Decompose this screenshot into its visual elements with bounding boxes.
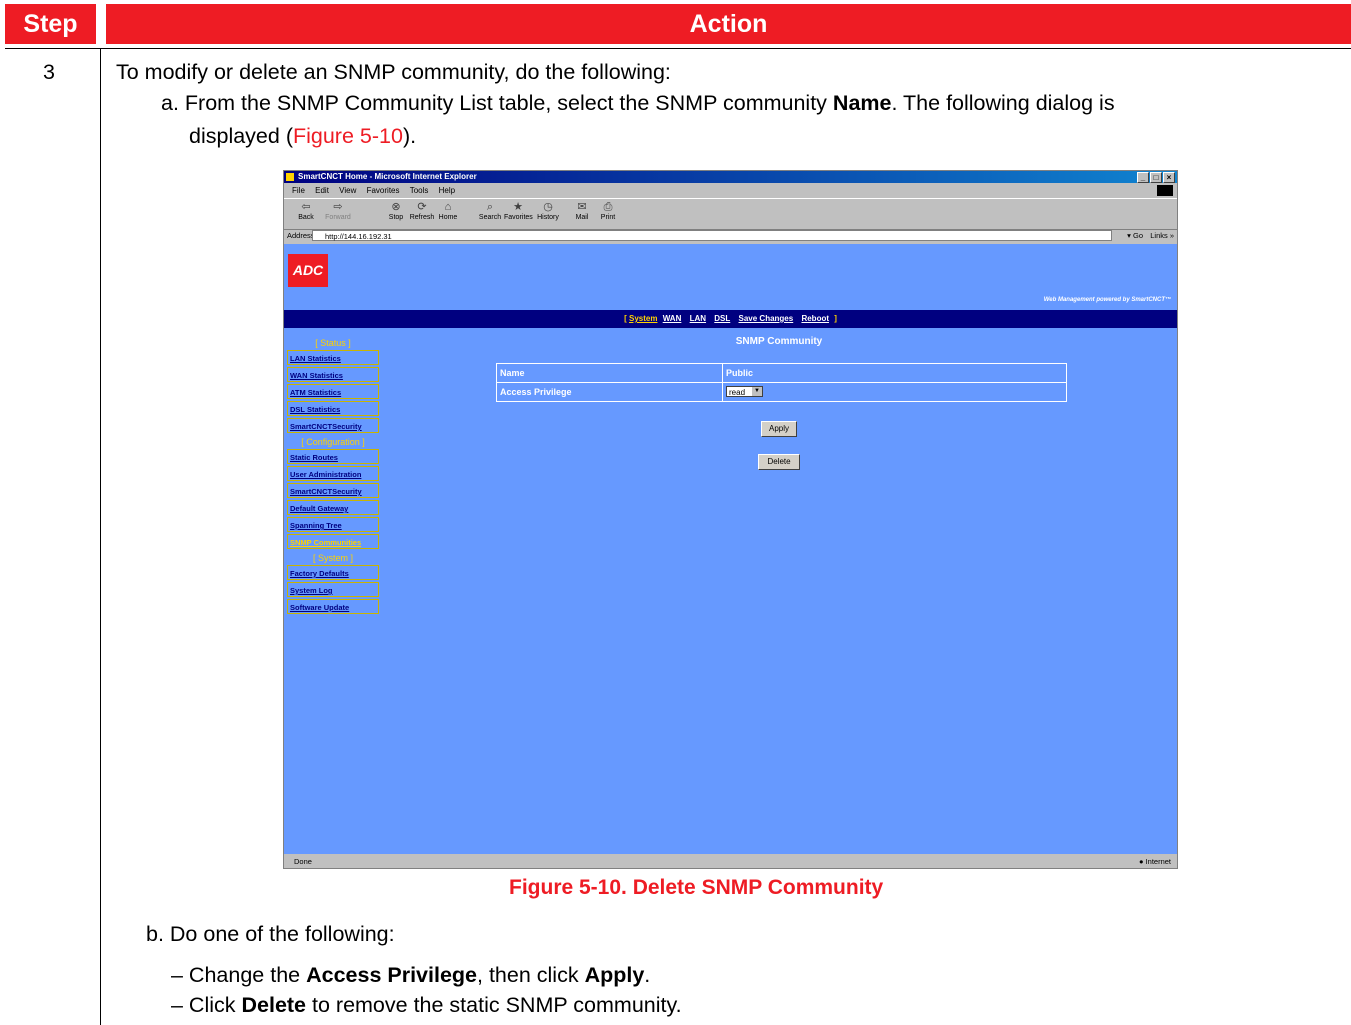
sidebar-item-factory-defaults[interactable]: Factory Defaults: [287, 565, 379, 580]
favorites-icon: ★: [513, 201, 523, 213]
action-column-header: Action: [106, 4, 1351, 44]
history-icon: ◷: [543, 201, 553, 213]
sidebar-item-static-routes[interactable]: Static Routes: [287, 449, 379, 464]
menu-view[interactable]: View: [339, 186, 356, 195]
sidebar-item-lan-statistics[interactable]: LAN Statistics: [287, 350, 379, 365]
links-button[interactable]: Links »: [1150, 229, 1174, 243]
sidebar-section-configuration: [ Configuration ]: [301, 437, 365, 447]
browser-title-bar: SmartCNCT Home - Microsoft Internet Expl…: [284, 171, 1177, 183]
sidebar-item-user-administration[interactable]: User Administration: [287, 466, 379, 481]
back-arrow-icon: ⇦: [301, 201, 311, 213]
intro-text: To modify or delete an SNMP community, d…: [116, 60, 671, 84]
sidebar-item-software-update[interactable]: Software Update: [287, 599, 379, 614]
window-controls: _ □ ×: [1137, 172, 1175, 183]
sidebar-item-security-status[interactable]: SmartCNCTSecurity: [287, 418, 379, 433]
bullet-change-access: – Change the Access Privilege, then clic…: [171, 963, 651, 987]
maximize-icon[interactable]: □: [1150, 172, 1162, 183]
browser-screenshot: SmartCNCT Home - Microsoft Internet Expl…: [283, 170, 1178, 869]
bullet-delete: – Click Delete to remove the static SNMP…: [171, 993, 682, 1017]
name-label: Name: [497, 364, 723, 382]
nav-reboot[interactable]: Reboot: [801, 314, 829, 323]
refresh-icon: ⟳: [417, 201, 427, 213]
search-icon: ⌕: [486, 201, 494, 213]
sidebar: [ Status ] LAN Statistics WAN Statistics…: [287, 336, 379, 616]
snmp-community-form: Name Public Access Privilege read ▼: [496, 363, 1067, 402]
sidebar-section-status: [ Status ]: [315, 338, 351, 348]
stop-icon: ⊗: [391, 201, 401, 213]
history-button[interactable]: ◷ History: [534, 201, 562, 222]
chevron-down-icon: ▼: [752, 387, 762, 396]
top-nav-bar: [ System WAN LAN DSL Save Changes Reboot…: [284, 310, 1177, 328]
internet-zone: ● Internet: [1138, 857, 1171, 866]
print-button[interactable]: ⎙ Print: [594, 201, 622, 222]
browser-toolbar: ⇦ Back ⇨ Forward ⊗ Stop ⟳ Refresh ⌂ Home ⌕ Sea…: [284, 198, 1177, 230]
powered-by-text: Web Management powered by SmartCNCT™: [1043, 297, 1171, 303]
step-number: 3: [43, 60, 55, 84]
nav-dsl[interactable]: DSL: [714, 314, 730, 323]
nav-system[interactable]: System: [629, 314, 657, 323]
panel-title: SNMP Community: [735, 336, 823, 347]
nav-save-changes[interactable]: Save Changes: [739, 314, 794, 323]
minimize-icon[interactable]: _: [1137, 172, 1149, 183]
access-privilege-label: Access Privilege: [497, 383, 723, 401]
browser-menu-bar: File Edit View Favorites Tools Help: [284, 184, 1177, 197]
search-button[interactable]: ⌕ Search: [476, 201, 504, 222]
sidebar-section-system: [ System ]: [312, 553, 353, 563]
name-value: Public: [726, 368, 754, 378]
table-divider-top: [5, 48, 1351, 49]
menu-tools[interactable]: Tools: [410, 186, 429, 195]
sidebar-item-system-log[interactable]: System Log: [287, 582, 379, 597]
adc-logo: ADC: [288, 254, 328, 287]
sidebar-item-default-gateway[interactable]: Default Gateway: [287, 500, 379, 515]
menu-file[interactable]: File: [292, 186, 305, 195]
home-icon: ⌂: [444, 201, 452, 213]
step-column-divider: [100, 48, 101, 1025]
step-column-header: Step: [5, 4, 96, 44]
ie-window-icon: [286, 173, 294, 181]
favorites-button[interactable]: ★ Favorites: [504, 201, 533, 222]
browser-status-bar: Done ● Internet: [284, 855, 1177, 868]
sidebar-item-security-config[interactable]: SmartCNCTSecurity: [287, 483, 379, 498]
sidebar-item-snmp-communities[interactable]: SNMP Communities: [287, 534, 379, 549]
figure-caption: Figure 5-10. Delete SNMP Community: [509, 876, 884, 899]
instruction-b: b. Do one of the following:: [146, 922, 395, 946]
webpage-content: ADC Web Management powered by SmartCNCT™…: [284, 244, 1177, 854]
apply-button[interactable]: Apply: [761, 421, 797, 437]
figure-reference-link[interactable]: Figure 5-10: [293, 124, 403, 148]
nav-wan[interactable]: WAN: [663, 314, 682, 323]
sidebar-item-wan-statistics[interactable]: WAN Statistics: [287, 367, 379, 382]
access-privilege-select[interactable]: read ▼: [726, 386, 763, 397]
sidebar-item-spanning-tree[interactable]: Spanning Tree: [287, 517, 379, 532]
mail-button[interactable]: ✉ Mail: [568, 201, 596, 222]
instruction-a-line2: displayed (Figure 5-10).: [189, 124, 417, 148]
instruction-a-line1: a. From the SNMP Community List table, s…: [161, 91, 1115, 115]
go-button[interactable]: ▾ Go: [1127, 229, 1143, 243]
refresh-button[interactable]: ⟳ Refresh: [408, 201, 436, 222]
table-row: Name Public: [497, 364, 1066, 383]
stop-button[interactable]: ⊗ Stop: [382, 201, 410, 222]
status-text: Done: [294, 857, 312, 866]
forward-button[interactable]: ⇨ Forward: [324, 201, 352, 222]
print-icon: ⎙: [603, 201, 613, 213]
mail-icon: ✉: [577, 201, 587, 213]
delete-button[interactable]: Delete: [758, 454, 800, 470]
address-input[interactable]: http://144.16.192.31: [312, 230, 1112, 241]
table-row: Access Privilege read ▼: [497, 383, 1066, 401]
sidebar-item-dsl-statistics[interactable]: DSL Statistics: [287, 401, 379, 416]
sidebar-item-atm-statistics[interactable]: ATM Statistics: [287, 384, 379, 399]
menu-edit[interactable]: Edit: [315, 186, 329, 195]
menu-favorites[interactable]: Favorites: [367, 186, 400, 195]
back-button[interactable]: ⇦ Back: [292, 201, 320, 222]
menu-help[interactable]: Help: [439, 186, 455, 195]
windows-logo-icon: [1157, 185, 1173, 196]
forward-arrow-icon: ⇨: [333, 201, 343, 213]
close-icon[interactable]: ×: [1163, 172, 1175, 183]
nav-lan[interactable]: LAN: [690, 314, 706, 323]
home-button[interactable]: ⌂ Home: [434, 201, 462, 222]
address-bar: Address http://144.16.192.31 ▾ Go Links …: [287, 229, 1174, 243]
